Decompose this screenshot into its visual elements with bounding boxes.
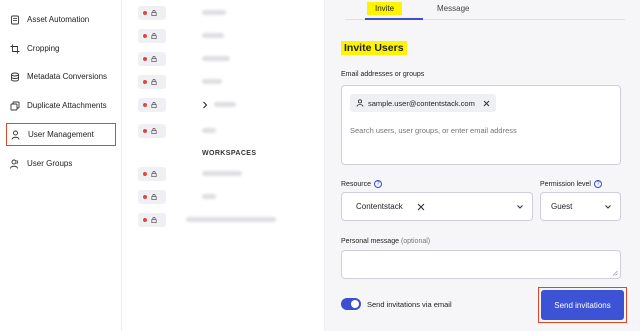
tab-bar: Invite Message (345, 0, 625, 20)
lock-icon (151, 217, 157, 223)
lock-icon (151, 10, 157, 16)
sidebar-item-label: Metadata Conversions (27, 72, 108, 81)
email-chip: sample.user@contentstack.com (350, 94, 496, 112)
info-icon[interactable]: ? (593, 180, 602, 188)
permission-value: Guest (551, 202, 573, 211)
resize-handle-icon[interactable] (612, 270, 618, 276)
sidebar-item-user-management[interactable]: User Management (6, 123, 116, 146)
blurred-name (202, 171, 242, 176)
status-badge (138, 213, 166, 227)
sidebar-item-cropping[interactable]: Cropping (6, 37, 116, 60)
crop-icon (9, 43, 21, 55)
lock-icon (151, 128, 157, 134)
invite-panel: Invite Message Invite Users Email addres… (324, 0, 640, 331)
message-label: Personal message (optional) (341, 238, 430, 245)
list-item[interactable] (138, 97, 166, 113)
blurred-name (202, 10, 226, 15)
sidebar-item-label: User Groups (27, 159, 73, 168)
user-management-icon (10, 129, 22, 141)
email-field[interactable]: sample.user@contentstack.com (341, 85, 621, 165)
lock-icon (151, 79, 157, 85)
remove-chip-icon[interactable] (483, 100, 490, 107)
info-icon[interactable]: ? (373, 180, 382, 188)
status-badge (138, 124, 166, 138)
list-item[interactable] (138, 189, 166, 205)
sidebar-item-metadata-conversions[interactable]: Metadata Conversions (6, 65, 116, 88)
status-badge (138, 190, 166, 204)
optional-label: (optional) (400, 238, 431, 245)
status-badge (138, 6, 166, 20)
resource-value: Contentstack (356, 202, 403, 211)
send-invitations-button[interactable]: Send invitations (541, 290, 624, 320)
blurred-name (202, 79, 222, 84)
clear-resource-icon[interactable] (417, 203, 425, 211)
asset-automation-icon (9, 14, 21, 26)
list-item[interactable] (138, 5, 166, 21)
resource-select[interactable]: Contentstack (341, 192, 533, 221)
blurred-name (202, 194, 216, 199)
tab-message[interactable]: Message (437, 4, 469, 13)
sidebar-item-label: Asset Automation (27, 15, 90, 24)
send-email-toggle[interactable] (341, 298, 361, 310)
status-badge (138, 29, 166, 43)
status-badge (138, 98, 166, 112)
resource-label: Resource? (341, 180, 382, 188)
permission-label: Permission level? (540, 180, 602, 188)
personal-message-field[interactable] (341, 250, 621, 279)
list-item[interactable] (138, 51, 166, 67)
blurred-name (202, 56, 230, 61)
lock-icon (151, 33, 157, 39)
resource-label-text: Resource (341, 180, 371, 188)
blurred-name (214, 102, 236, 107)
list-item[interactable] (138, 212, 166, 228)
sidebar-item-label: Cropping (27, 44, 60, 53)
lock-icon (151, 102, 157, 108)
blurred-name (202, 33, 224, 38)
lock-icon (151, 194, 157, 200)
tab-invite[interactable]: Invite (367, 2, 403, 15)
email-chip-label: sample.user@contentstack.com (368, 98, 475, 108)
list-item[interactable] (138, 123, 166, 139)
blurred-name (202, 128, 216, 133)
search-input[interactable] (350, 126, 610, 135)
permission-label-text: Permission level (540, 180, 591, 188)
sidebar-item-asset-automation[interactable]: Asset Automation (6, 8, 116, 31)
user-groups-icon (9, 158, 21, 170)
sidebar-item-label: Duplicate Attachments (27, 101, 107, 110)
message-label-text: Personal message (341, 238, 399, 245)
sidebar: Asset Automation Cropping Metadata Conve… (0, 0, 122, 331)
workspaces-heading: WORKSPACES (202, 150, 257, 157)
user-icon (356, 99, 364, 107)
lock-icon (151, 171, 157, 177)
email-label: Email addresses or groups (341, 71, 425, 78)
chevron-right-icon[interactable] (202, 101, 208, 109)
duplicate-icon (9, 100, 21, 112)
list-item[interactable] (138, 166, 166, 182)
sidebar-item-label: User Management (28, 130, 94, 139)
sidebar-item-user-groups[interactable]: User Groups (6, 152, 116, 175)
status-badge (138, 167, 166, 181)
lock-icon (151, 56, 157, 62)
sidebar-item-duplicate-attachments[interactable]: Duplicate Attachments (6, 94, 116, 117)
list-item[interactable] (138, 74, 166, 90)
toggle-knob (351, 300, 359, 308)
chevron-down-icon (605, 205, 611, 209)
status-badge (138, 52, 166, 66)
list-item[interactable] (138, 28, 166, 44)
blurred-name (186, 217, 276, 222)
metadata-icon (9, 71, 21, 83)
status-badge (138, 75, 166, 89)
permission-select[interactable]: Guest (540, 192, 621, 221)
toggle-label: Send invitations via email (367, 300, 452, 309)
chevron-down-icon (517, 205, 523, 209)
active-tab-indicator (365, 18, 423, 20)
user-list: WORKSPACES (122, 0, 324, 331)
page-title: Invite Users (341, 41, 407, 55)
